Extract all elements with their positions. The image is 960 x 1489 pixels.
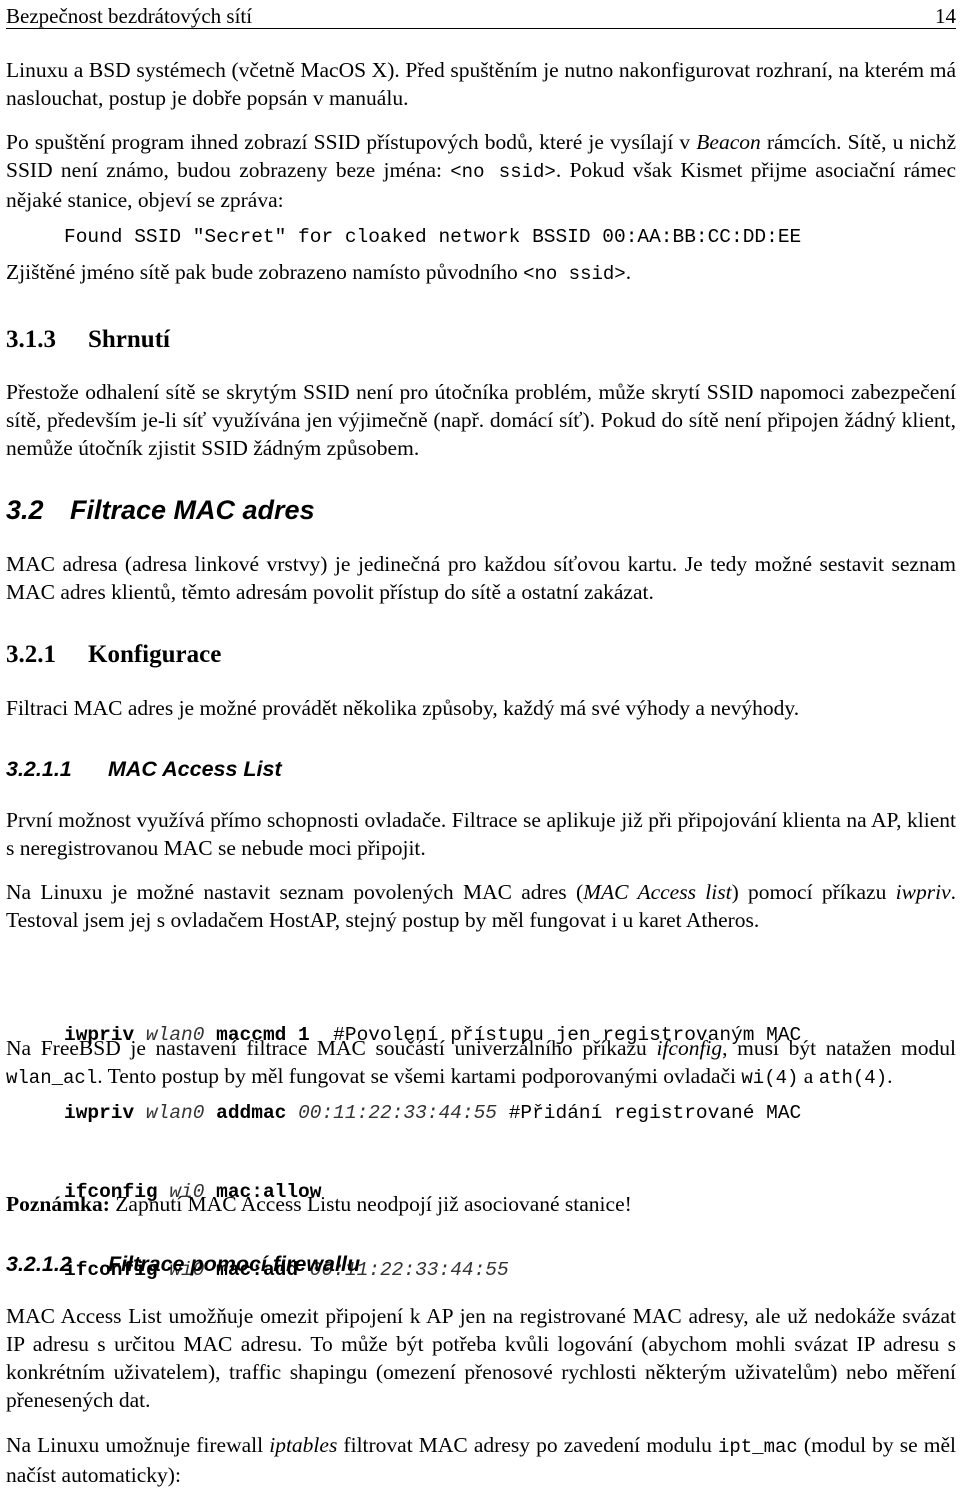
note-label: Poznámka: (6, 1192, 110, 1216)
paragraph: MAC Access List umožňuje omezit připojen… (6, 1304, 956, 1412)
page-number: 14 (935, 4, 956, 28)
header-title: Bezpečnost bezdrátových sítí (6, 4, 253, 28)
paragraph: Po spuštění program ihned zobrazí SSID p… (6, 130, 957, 212)
note: Poznámka: Zapnutí MAC Access Listu neodp… (6, 1192, 632, 1216)
paragraph: Přestože odhalení sítě se skrytým SSID n… (6, 380, 956, 460)
code-block: Found SSID "Secret" for cloaked network … (64, 226, 802, 248)
section-heading-3-2-1: 3.2.1 Konfigurace (6, 641, 222, 668)
paragraph: Na Linuxu umožnuje firewall iptables fil… (6, 1433, 956, 1487)
paragraph: Filtraci MAC adres je možné provádět něk… (6, 696, 800, 720)
paragraph: Na FreeBSD je nastavení filtrace MAC sou… (6, 1036, 956, 1089)
section-heading-3-2: 3.2 Filtrace MAC adres (6, 495, 315, 525)
paragraph: Na Linuxu je možné nastavit seznam povol… (6, 880, 956, 932)
section-heading-3-1-3: 3.1.3 Shrnutí (6, 326, 170, 353)
paragraph: První možnost využívá přímo schopnosti o… (6, 808, 956, 860)
paragraph: Linuxu a BSD systémech (včetně MacOS X).… (6, 58, 956, 110)
running-header: Bezpečnost bezdrátových sítí 14 (6, 0, 956, 29)
paragraph: MAC adresa (adresa linkové vrstvy) je je… (6, 552, 956, 604)
section-heading-3-2-1-1: 3.2.1.1 MAC Access List (6, 757, 282, 781)
code-line: iwpriv wlan0 addmac 00:11:22:33:44:55 #P… (64, 1102, 802, 1124)
section-heading-3-2-1-2: 3.2.1.2 Filtrace pomocí firewallu (6, 1252, 361, 1276)
paragraph: Zjištěné jméno sítě pak bude zobrazeno n… (6, 260, 632, 285)
